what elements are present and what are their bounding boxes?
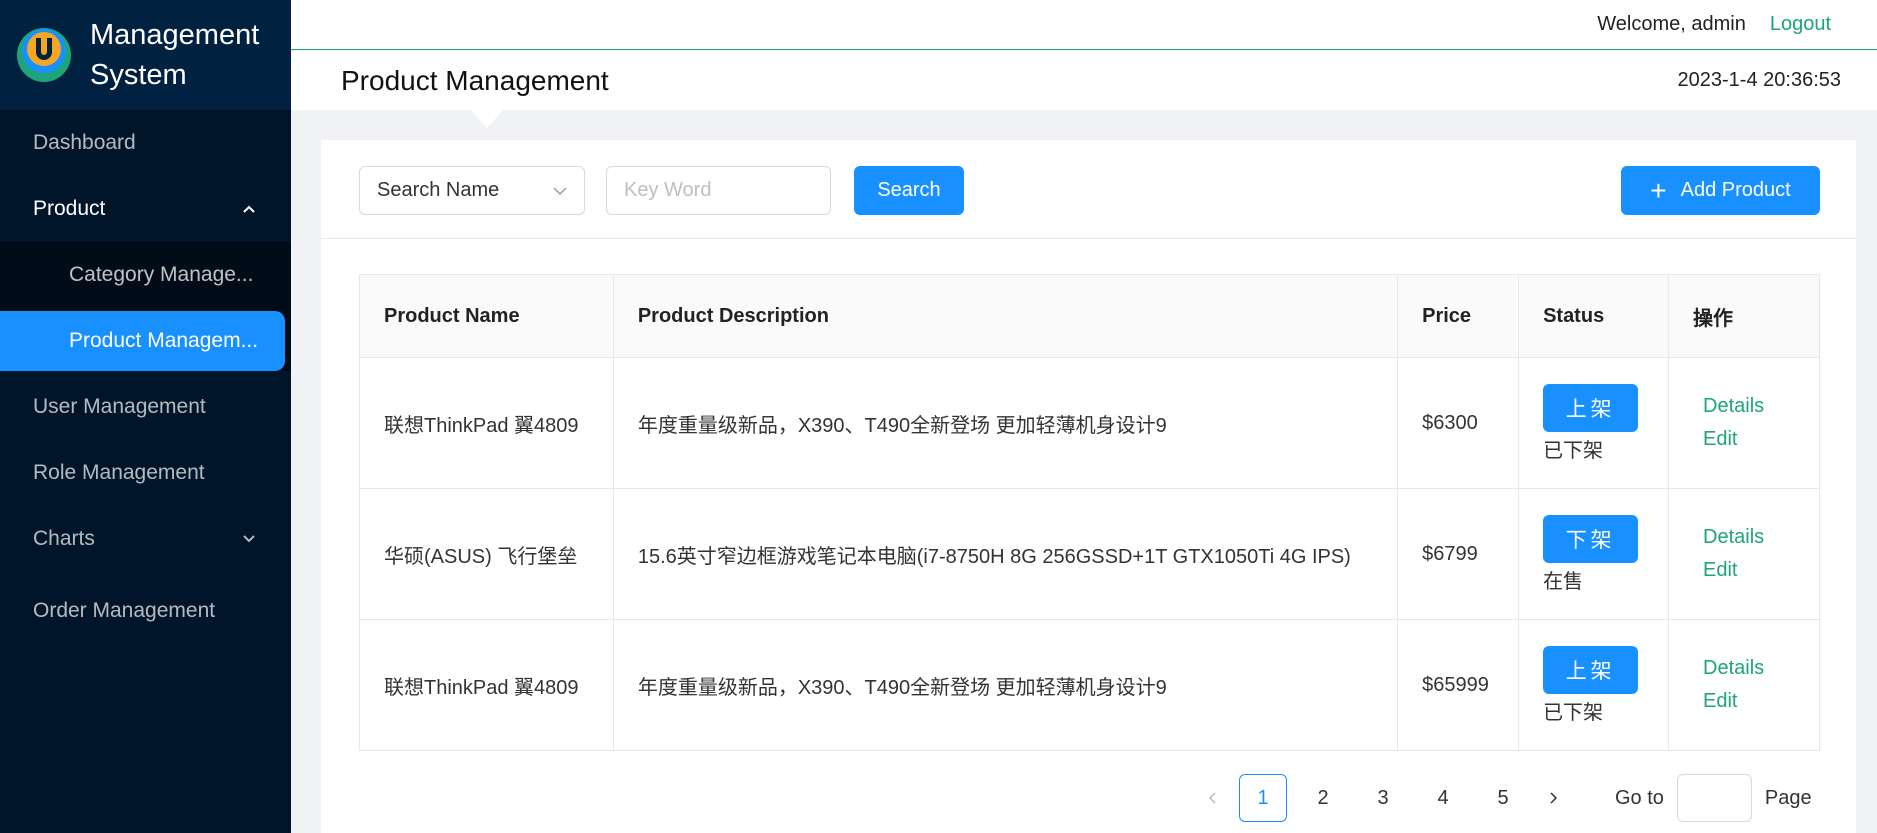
toggle-status-button[interactable]: 上架 xyxy=(1543,645,1639,694)
search-type-select[interactable]: Search Name xyxy=(359,166,585,215)
sidebar-menu: Dashboard Product Category Manage... Pro… xyxy=(0,110,291,644)
goto-page-input[interactable] xyxy=(1676,774,1752,822)
search-type-value: Search Name xyxy=(377,179,500,201)
page-button-1[interactable]: 1 xyxy=(1239,774,1287,822)
product-table: Product Name Product Description Price S… xyxy=(359,274,1820,751)
table-header-row: Product Name Product Description Price S… xyxy=(359,274,1820,358)
cell-price: $65999 xyxy=(1397,619,1520,751)
page-button-4[interactable]: 4 xyxy=(1419,774,1467,822)
page-button-5[interactable]: 5 xyxy=(1479,774,1527,822)
sidebar-item-dashboard[interactable]: Dashboard xyxy=(0,110,291,176)
toggle-status-button[interactable]: 上架 xyxy=(1543,383,1639,432)
page-label: Page xyxy=(1764,786,1812,809)
cell-product-name: 华硕(ASUS) 飞行堡垒 xyxy=(359,488,614,620)
status-text: 已下架 xyxy=(1543,701,1604,724)
brand-title: Management System xyxy=(90,15,259,95)
sidebar: Management System Dashboard Product Cate… xyxy=(0,0,291,833)
prev-page-button[interactable] xyxy=(1193,774,1233,822)
next-page-button[interactable] xyxy=(1533,774,1573,822)
sidebar-item-user-management[interactable]: User Management xyxy=(0,374,291,440)
column-header-status: Status xyxy=(1518,274,1670,358)
top-header: Welcome, admin Logout xyxy=(291,0,1877,50)
sidebar-item-product-management[interactable]: Product Managem... xyxy=(0,311,285,371)
column-header-price: Price xyxy=(1397,274,1520,358)
edit-link[interactable]: Edit xyxy=(1693,554,1819,587)
brand-title-line2: System xyxy=(90,59,187,91)
card-toolbar: Search Name Search + Add Product xyxy=(321,140,1856,239)
cell-product-name: 联想ThinkPad 翼4809 xyxy=(359,357,614,489)
sidebar-item-charts[interactable]: Charts xyxy=(0,506,291,572)
sidebar-item-label: Product Managem... xyxy=(69,329,259,352)
current-datetime: 2023-1-4 20:36:53 xyxy=(1677,69,1841,91)
chevron-down-icon xyxy=(553,187,567,196)
sidebar-item-label: User Management xyxy=(33,395,206,418)
pagination: 1 2 3 4 5 Go to Page xyxy=(1193,774,1812,822)
cell-product-name: 联想ThinkPad 翼4809 xyxy=(359,619,614,751)
product-card: Search Name Search + Add Product Product… xyxy=(321,140,1856,833)
page-button-2[interactable]: 2 xyxy=(1299,774,1347,822)
cell-actions: Details Edit xyxy=(1668,619,1820,751)
toggle-status-button[interactable]: 下架 xyxy=(1543,514,1639,563)
add-product-label: Add Product xyxy=(1680,179,1791,201)
status-text: 已下架 xyxy=(1543,439,1604,462)
cell-status: 上架 已下架 xyxy=(1518,357,1670,489)
title-caret xyxy=(471,110,503,128)
cell-product-description: 年度重量级新品，X390、T490全新登场 更加轻薄机身设计9 xyxy=(612,619,1399,751)
keyword-input[interactable] xyxy=(606,166,831,215)
cell-status: 上架 已下架 xyxy=(1518,619,1670,751)
cell-price: $6799 xyxy=(1397,488,1520,620)
chevron-up-icon xyxy=(243,205,255,213)
sidebar-item-label: Charts xyxy=(33,527,95,550)
brand[interactable]: Management System xyxy=(0,0,291,110)
cell-actions: Details Edit xyxy=(1668,488,1820,620)
edit-link[interactable]: Edit xyxy=(1693,685,1819,718)
chevron-right-icon xyxy=(1550,792,1558,804)
sidebar-item-product[interactable]: Product xyxy=(0,176,291,242)
logout-link[interactable]: Logout xyxy=(1770,13,1831,36)
brand-title-line1: Management xyxy=(90,19,260,51)
search-button[interactable]: Search xyxy=(854,166,964,215)
details-link[interactable]: Details xyxy=(1693,652,1819,685)
add-product-button[interactable]: + Add Product xyxy=(1621,166,1820,215)
cell-actions: Details Edit xyxy=(1668,357,1820,489)
sidebar-item-label: Category Manage... xyxy=(69,263,254,286)
chevron-left-icon xyxy=(1208,792,1216,804)
details-link[interactable]: Details xyxy=(1693,521,1819,554)
sidebar-item-label: Role Management xyxy=(33,461,205,484)
sidebar-item-category-management[interactable]: Category Manage... xyxy=(0,242,291,308)
sidebar-item-role-management[interactable]: Role Management xyxy=(0,440,291,506)
table-row: 华硕(ASUS) 飞行堡垒 15.6英寸窄边框游戏笔记本电脑(i7-8750H … xyxy=(359,488,1820,620)
column-header-actions: 操作 xyxy=(1668,274,1820,358)
status-text: 在售 xyxy=(1543,570,1584,593)
cell-product-description: 15.6英寸窄边框游戏笔记本电脑(i7-8750H 8G 256GSSD+1T … xyxy=(612,488,1399,620)
cell-status: 下架 在售 xyxy=(1518,488,1670,620)
cell-price: $6300 xyxy=(1397,357,1520,489)
edit-link[interactable]: Edit xyxy=(1693,423,1819,456)
sidebar-item-label: Order Management xyxy=(33,599,216,622)
goto-label: Go to xyxy=(1615,786,1664,809)
sidebar-item-order-management[interactable]: Order Management xyxy=(0,578,291,644)
cell-product-description: 年度重量级新品，X390、T490全新登场 更加轻薄机身设计9 xyxy=(612,357,1399,489)
u-logo-icon xyxy=(17,28,71,82)
column-header-description: Product Description xyxy=(612,274,1399,358)
page-button-3[interactable]: 3 xyxy=(1359,774,1407,822)
column-header-name: Product Name xyxy=(359,274,614,358)
product-submenu: Category Manage... Product Managem... xyxy=(0,242,291,371)
welcome-text: Welcome, admin xyxy=(1597,13,1746,35)
chevron-down-icon xyxy=(243,535,255,543)
sidebar-item-label: Dashboard xyxy=(33,131,136,154)
details-link[interactable]: Details xyxy=(1693,390,1819,423)
table-row: 联想ThinkPad 翼4809 年度重量级新品，X390、T490全新登场 更… xyxy=(359,619,1820,751)
sidebar-item-label: Product xyxy=(33,197,106,220)
title-bar: Product Management 2023-1-4 20:36:53 xyxy=(291,51,1877,110)
plus-icon: + xyxy=(1650,174,1667,206)
table-row: 联想ThinkPad 翼4809 年度重量级新品，X390、T490全新登场 更… xyxy=(359,357,1820,489)
page-title: Product Management xyxy=(341,64,609,96)
